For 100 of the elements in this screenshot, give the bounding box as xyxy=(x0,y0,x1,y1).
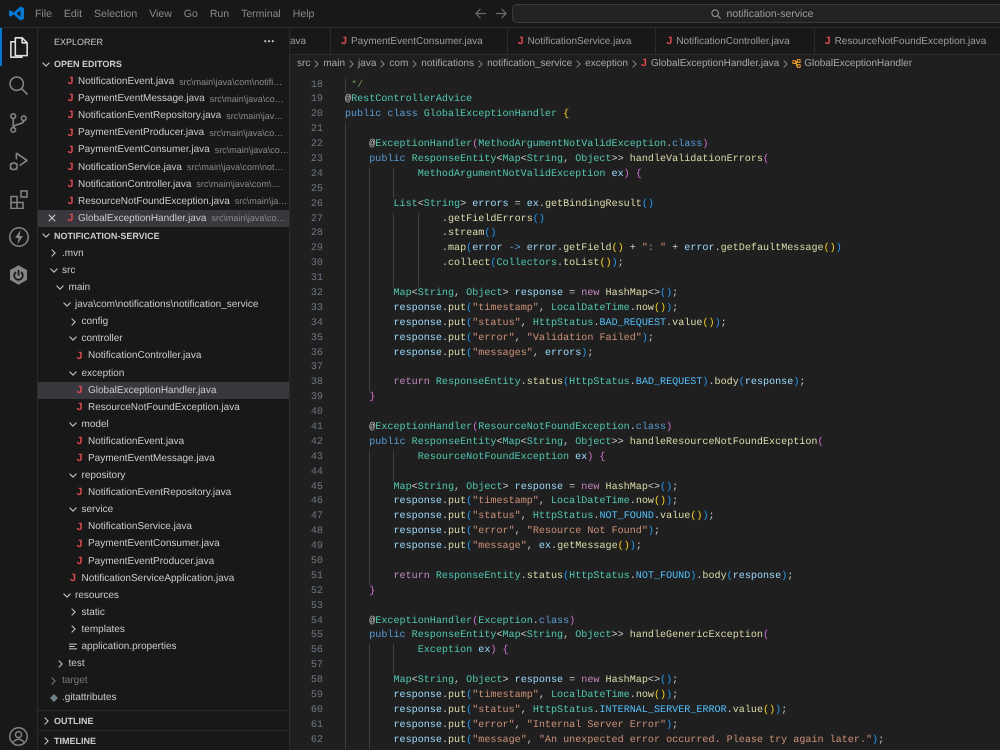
menu-item[interactable]: View xyxy=(143,8,178,20)
menu-item[interactable]: Go xyxy=(178,8,204,20)
tree-item[interactable]: J NotificationEventRepository.java xyxy=(38,484,289,502)
breadcrumb-item[interactable]: java xyxy=(358,58,376,69)
tree-item[interactable]: test xyxy=(38,655,289,672)
tree-item[interactable]: controller xyxy=(38,330,289,348)
tree-item[interactable]: J PaymentEventMessage.java xyxy=(38,450,289,468)
editor-tab[interactable]: J PaymentEventConsumer.java xyxy=(331,28,508,54)
branch-icon xyxy=(10,113,27,133)
open-editor-item[interactable]: J NotificationEventRepository.java src\main\jav… xyxy=(38,107,289,124)
menu-item[interactable]: File xyxy=(29,8,58,20)
editor-tab[interactable]: J NotificationController.java xyxy=(656,28,815,54)
code-line: MethodArgumentNotValidException ex) { xyxy=(418,168,642,180)
java-file-icon: J xyxy=(640,58,647,69)
breadcrumb-item[interactable]: main xyxy=(323,58,346,69)
code-line: return ResponseEntity.status(HttpStatus.NOT_FOUND).body(response); xyxy=(393,570,794,582)
editor-tab[interactable]: J ResourceNotFoundException.java xyxy=(814,28,1000,54)
line-number: 43 xyxy=(310,450,323,465)
tree-item[interactable]: J NotificationServiceApplication.java xyxy=(38,570,289,587)
java-file-icon: J xyxy=(76,487,82,498)
file-path: src\main\java\co… xyxy=(210,94,284,104)
tree-item[interactable]: J PaymentEventProducer.java xyxy=(38,552,289,570)
tree-item[interactable]: src xyxy=(38,262,289,280)
line-number: 50 xyxy=(310,555,323,569)
menu-item[interactable]: Edit xyxy=(58,8,88,20)
open-editor-item[interactable]: J ResourceNotFoundException.java src\main\ja… xyxy=(38,192,289,210)
java-file-icon: J xyxy=(76,556,82,566)
menu-item[interactable]: Selection xyxy=(88,8,144,20)
menu-item[interactable]: Terminal xyxy=(235,8,287,20)
open-editor-item[interactable]: J PaymentEventMessage.java src\main\java\co… xyxy=(38,90,289,108)
tree-item[interactable]: J NotificationService.java xyxy=(38,518,289,536)
menu-item[interactable]: Help xyxy=(286,8,320,20)
tree-item[interactable]: .gitattributes xyxy=(38,689,289,706)
code-line: public ResponseEntity<Map<String, Object>> handleValidationErrors( xyxy=(369,154,770,165)
tree-item[interactable]: static xyxy=(38,604,289,621)
breadcrumb-item[interactable]: src xyxy=(297,58,310,69)
java-file-icon: J xyxy=(66,213,75,224)
line-number: 39 xyxy=(310,391,323,406)
arrow-left-icon[interactable] xyxy=(475,8,486,19)
code-line: List<String> errors = ex.getBindingResult() xyxy=(393,198,654,210)
tree-item[interactable]: J NotificationController.java xyxy=(38,347,289,364)
line-number: 45 xyxy=(310,480,323,495)
tree-item[interactable]: resources xyxy=(38,586,289,604)
account-icon xyxy=(9,726,28,746)
section-header[interactable]: NOTIFICATION-SERVICE xyxy=(38,226,289,245)
command-center-search[interactable]: notification-service xyxy=(512,4,1000,23)
open-editor-item[interactable]: J NotificationEvent.java src\main\java\com\notifi… xyxy=(38,73,289,90)
section-header[interactable]: TIMELINE xyxy=(38,730,289,750)
java-file-icon: J xyxy=(66,144,75,156)
section-header[interactable]: OUTLINE xyxy=(38,710,289,730)
breadcrumb-item[interactable]: com xyxy=(389,58,408,69)
tree-item[interactable]: exception xyxy=(38,364,289,382)
open-editor-item[interactable]: J PaymentEventConsumer.java src\main\java\co… xyxy=(38,141,289,158)
tree-item[interactable]: target xyxy=(38,672,289,690)
breadcrumb-item[interactable]: exception xyxy=(585,58,628,69)
breadcrumb-item[interactable]: notifications xyxy=(421,58,474,69)
tree-item[interactable]: application.properties xyxy=(38,638,289,656)
code-line: response.put("timestamp", LocalDateTime.now()); xyxy=(393,302,678,314)
java-file-icon: J xyxy=(666,36,672,46)
line-number: 62 xyxy=(310,734,323,748)
tree-item[interactable]: J ResourceNotFoundException.java xyxy=(38,398,289,416)
tree-item[interactable]: repository xyxy=(38,467,289,484)
open-editor-item[interactable]: J PaymentEventProducer.java src\main\java\co… xyxy=(38,124,289,142)
close-icon[interactable] xyxy=(48,214,56,222)
tree-item[interactable]: J GlobalExceptionHandler.java xyxy=(38,382,289,399)
editor-tab[interactable]: ava xyxy=(290,28,332,54)
tree-item[interactable]: J PaymentEventConsumer.java xyxy=(38,535,289,553)
line-number: 41 xyxy=(310,420,323,435)
code-line: ResourceNotFoundException ex) { xyxy=(418,452,606,463)
class-symbol-icon xyxy=(792,59,802,68)
more-icon[interactable] xyxy=(264,40,274,43)
breadcrumb-item[interactable]: notification_service xyxy=(487,58,572,69)
open-editor-item[interactable]: J GlobalExceptionHandler.java src\main\java\co… xyxy=(38,210,289,227)
search-icon xyxy=(9,76,28,94)
lines-icon xyxy=(69,643,77,650)
line-number: 36 xyxy=(310,346,323,361)
tree-item[interactable]: config xyxy=(38,313,289,330)
tree-item[interactable]: J NotificationEvent.java xyxy=(38,432,289,450)
editor-tab[interactable]: J NotificationService.java xyxy=(508,28,656,54)
tree-item[interactable]: model xyxy=(38,416,289,433)
java-file-icon: J xyxy=(66,76,75,87)
open-editor-item[interactable]: J NotificationService.java src\main\java\com\not… xyxy=(38,158,289,176)
menu-item[interactable]: Run xyxy=(204,8,236,20)
tree-item[interactable]: main xyxy=(38,279,289,296)
chevron-right-icon xyxy=(412,60,418,68)
tree-item[interactable]: service xyxy=(38,501,289,518)
arrow-right-icon[interactable] xyxy=(496,8,507,19)
code-line: public class GlobalExceptionHandler { xyxy=(345,109,570,120)
line-number: 22 xyxy=(310,138,323,152)
tree-item[interactable]: templates xyxy=(38,620,289,638)
tree-item[interactable]: .mvn xyxy=(38,244,289,262)
code-line: .stream() xyxy=(442,228,496,240)
java-file-icon: J xyxy=(341,36,347,46)
breadcrumb-item[interactable]: J GlobalExceptionHandler.java xyxy=(640,58,780,69)
tree-item[interactable]: java\com\notifications\notification_service xyxy=(38,296,289,314)
code-line: response.put("message", "An unexpected error occurred. Please try again later."); xyxy=(393,734,884,746)
section-header[interactable]: OPEN EDITORS xyxy=(38,55,289,73)
breadcrumb-item[interactable]: GlobalExceptionHandler xyxy=(792,58,912,69)
file-path: src\main\jav… xyxy=(226,110,284,121)
open-editor-item[interactable]: J NotificationController.java src\main\java\com\… xyxy=(38,176,289,193)
